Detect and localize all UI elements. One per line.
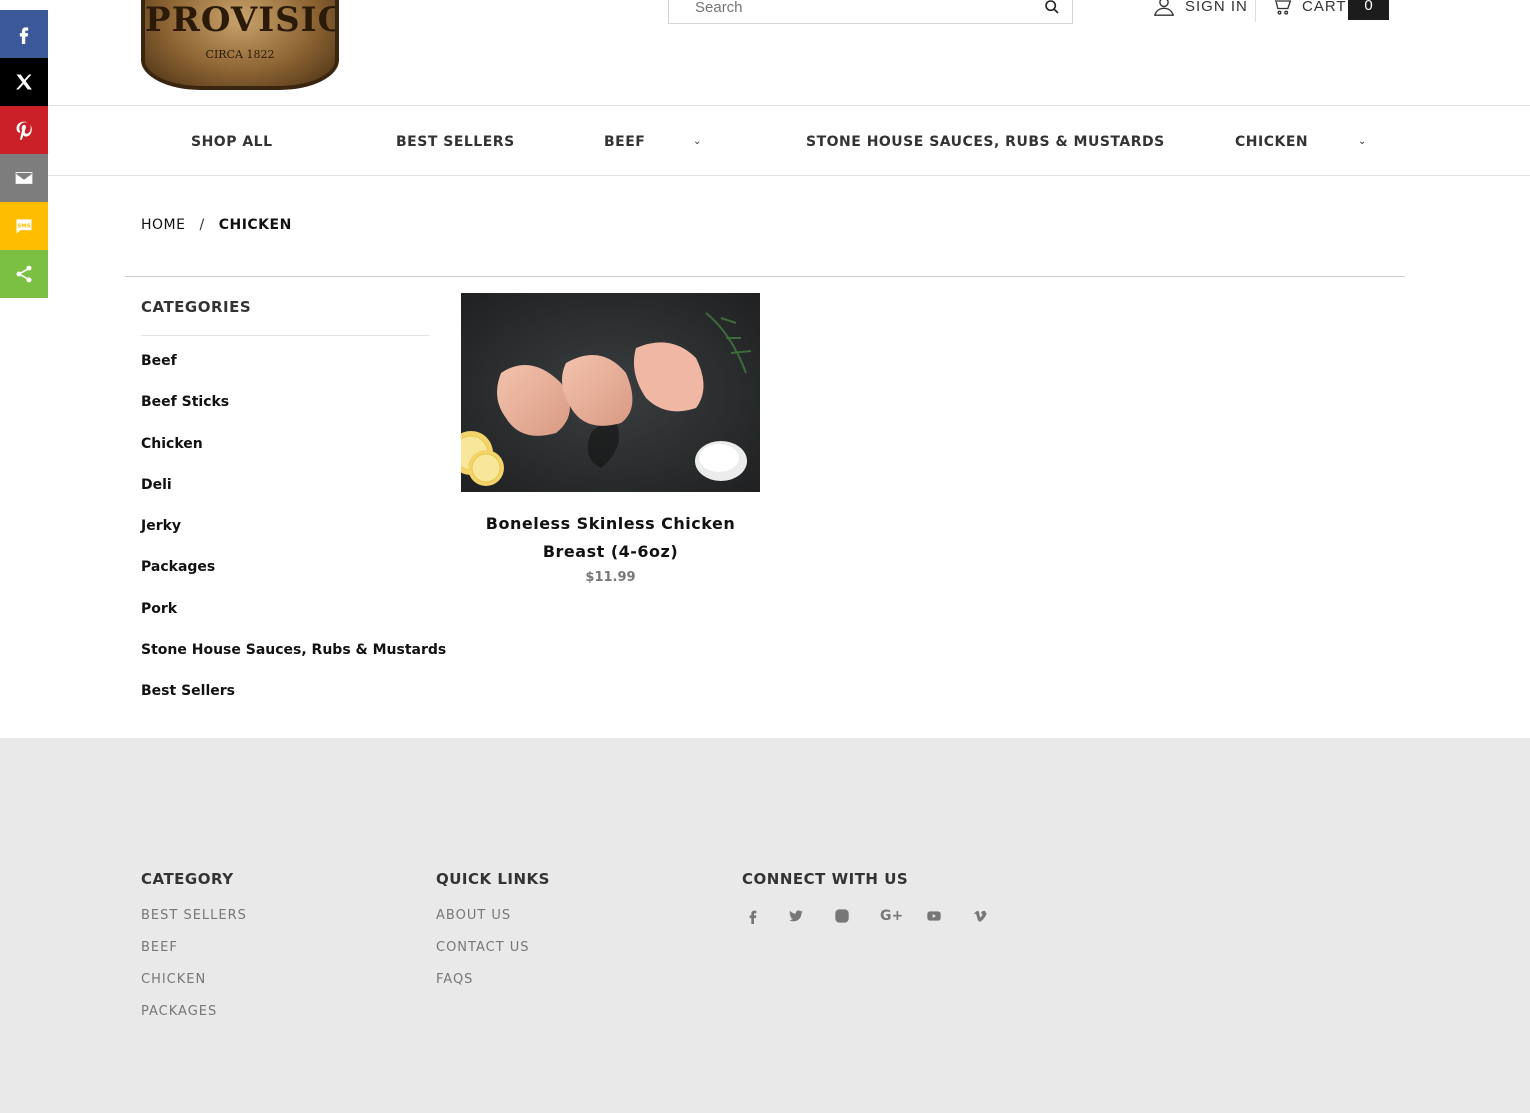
pinterest-icon bbox=[16, 121, 32, 140]
breadcrumb-home[interactable]: HOME bbox=[141, 217, 185, 233]
main-nav: SHOP ALL BEST SELLERS BEEF ⌄ STONE HOUSE… bbox=[48, 107, 1530, 176]
category-link[interactable]: Pork bbox=[141, 601, 446, 642]
footer-link[interactable]: PACKAGES bbox=[141, 1004, 247, 1036]
nav-shop-all[interactable]: SHOP ALL bbox=[191, 107, 273, 176]
nav-stone-house-sauces[interactable]: STONE HOUSE SAUCES, RUBS & MUSTARDS bbox=[806, 107, 1165, 176]
category-link[interactable]: Stone House Sauces, Rubs & Mustards bbox=[141, 642, 446, 683]
category-link[interactable]: Beef Sticks bbox=[141, 394, 446, 435]
product-title[interactable]: Boneless Skinless Chicken Breast (4-6oz) bbox=[461, 510, 760, 566]
instagram-icon[interactable] bbox=[834, 904, 880, 928]
chevron-down-icon[interactable]: ⌄ bbox=[1358, 136, 1366, 147]
x-icon bbox=[16, 74, 32, 90]
svg-text:SMS: SMS bbox=[17, 223, 30, 229]
pinterest-share-button[interactable] bbox=[0, 106, 48, 154]
category-link[interactable]: Beef bbox=[141, 353, 446, 394]
share-bar: SMS bbox=[0, 10, 48, 298]
site-logo[interactable]: PROVISIONS CIRCA 1822 bbox=[141, 0, 339, 90]
footer-connect-column: CONNECT WITH US G+ bbox=[742, 870, 1018, 928]
logo-subtitle: CIRCA 1822 bbox=[205, 48, 275, 61]
category-link[interactable]: Chicken bbox=[141, 436, 446, 477]
social-links: G+ bbox=[742, 904, 1018, 928]
category-list: Beef Beef Sticks Chicken Deli Jerky Pack… bbox=[141, 353, 446, 724]
cart-link[interactable]: CART bbox=[1272, 0, 1347, 20]
product-image[interactable] bbox=[461, 293, 760, 492]
footer-connect-heading: CONNECT WITH US bbox=[742, 870, 909, 888]
footer-link[interactable]: BEST SELLERS bbox=[141, 908, 247, 940]
footer-link[interactable]: CHICKEN bbox=[141, 972, 247, 1004]
nav-chicken[interactable]: CHICKEN bbox=[1235, 107, 1308, 176]
sign-in-link[interactable]: SIGN IN bbox=[1153, 0, 1248, 20]
twitter-icon[interactable] bbox=[788, 904, 834, 928]
category-link[interactable]: Best Sellers bbox=[141, 683, 446, 724]
category-link[interactable]: Jerky bbox=[141, 518, 446, 559]
footer-quick-links-heading: QUICK LINKS bbox=[436, 870, 550, 888]
category-link[interactable]: Packages bbox=[141, 559, 446, 600]
product-price: $11.99 bbox=[585, 570, 636, 585]
cart-icon bbox=[1275, 0, 1292, 15]
product-card[interactable]: Boneless Skinless Chicken Breast (4-6oz)… bbox=[461, 293, 760, 585]
chicken-breast-photo bbox=[461, 293, 760, 492]
footer-link[interactable]: ABOUT US bbox=[436, 908, 550, 940]
youtube-icon[interactable] bbox=[926, 904, 972, 928]
email-share-button[interactable] bbox=[0, 154, 48, 202]
share-icon bbox=[16, 265, 32, 283]
facebook-icon[interactable] bbox=[742, 904, 788, 928]
cart-count-badge[interactable]: 0 bbox=[1348, 0, 1389, 20]
search-icon[interactable] bbox=[1032, 0, 1072, 23]
content-divider bbox=[125, 276, 1405, 277]
nav-beef[interactable]: BEEF bbox=[604, 107, 645, 176]
category-link[interactable]: Deli bbox=[141, 477, 446, 518]
facebook-share-button[interactable] bbox=[0, 10, 48, 58]
sign-in-label: SIGN IN bbox=[1185, 0, 1248, 15]
breadcrumb-current: CHICKEN bbox=[218, 217, 292, 233]
user-icon bbox=[1153, 0, 1175, 16]
chevron-down-icon[interactable]: ⌄ bbox=[693, 136, 701, 147]
categories-heading: CATEGORIES bbox=[141, 298, 252, 316]
footer-category-heading: CATEGORY bbox=[141, 870, 234, 888]
footer-link[interactable]: CONTACT US bbox=[436, 940, 550, 972]
share-button[interactable] bbox=[0, 250, 48, 298]
footer-quick-links-column: QUICK LINKS ABOUT US CONTACT US FAQS bbox=[436, 870, 550, 1004]
facebook-icon bbox=[19, 27, 29, 44]
footer-link[interactable]: BEEF bbox=[141, 940, 247, 972]
search-input[interactable] bbox=[669, 0, 1032, 23]
footer-link[interactable]: FAQS bbox=[436, 972, 550, 1004]
footer-category-column: CATEGORY BEST SELLERS BEEF CHICKEN PACKA… bbox=[141, 870, 247, 1036]
sms-icon: SMS bbox=[16, 219, 32, 234]
logo-title: PROVISIONS bbox=[145, 0, 335, 40]
vimeo-icon[interactable] bbox=[972, 904, 1018, 928]
breadcrumb-separator: / bbox=[199, 217, 205, 233]
header-divider bbox=[1255, 0, 1256, 22]
sms-share-button[interactable]: SMS bbox=[0, 202, 48, 250]
site-footer: CATEGORY BEST SELLERS BEEF CHICKEN PACKA… bbox=[0, 738, 1530, 1113]
categories-divider bbox=[141, 335, 429, 336]
breadcrumb: HOME / CHICKEN bbox=[141, 217, 292, 233]
nav-best-sellers[interactable]: BEST SELLERS bbox=[396, 107, 515, 176]
email-icon bbox=[15, 172, 33, 184]
x-share-button[interactable] bbox=[0, 58, 48, 106]
google-plus-icon[interactable]: G+ bbox=[880, 904, 926, 928]
search-box bbox=[668, 0, 1073, 24]
site-header: PROVISIONS CIRCA 1822 SIGN IN CART 0 bbox=[48, 0, 1530, 106]
cart-label: CART bbox=[1302, 0, 1347, 15]
